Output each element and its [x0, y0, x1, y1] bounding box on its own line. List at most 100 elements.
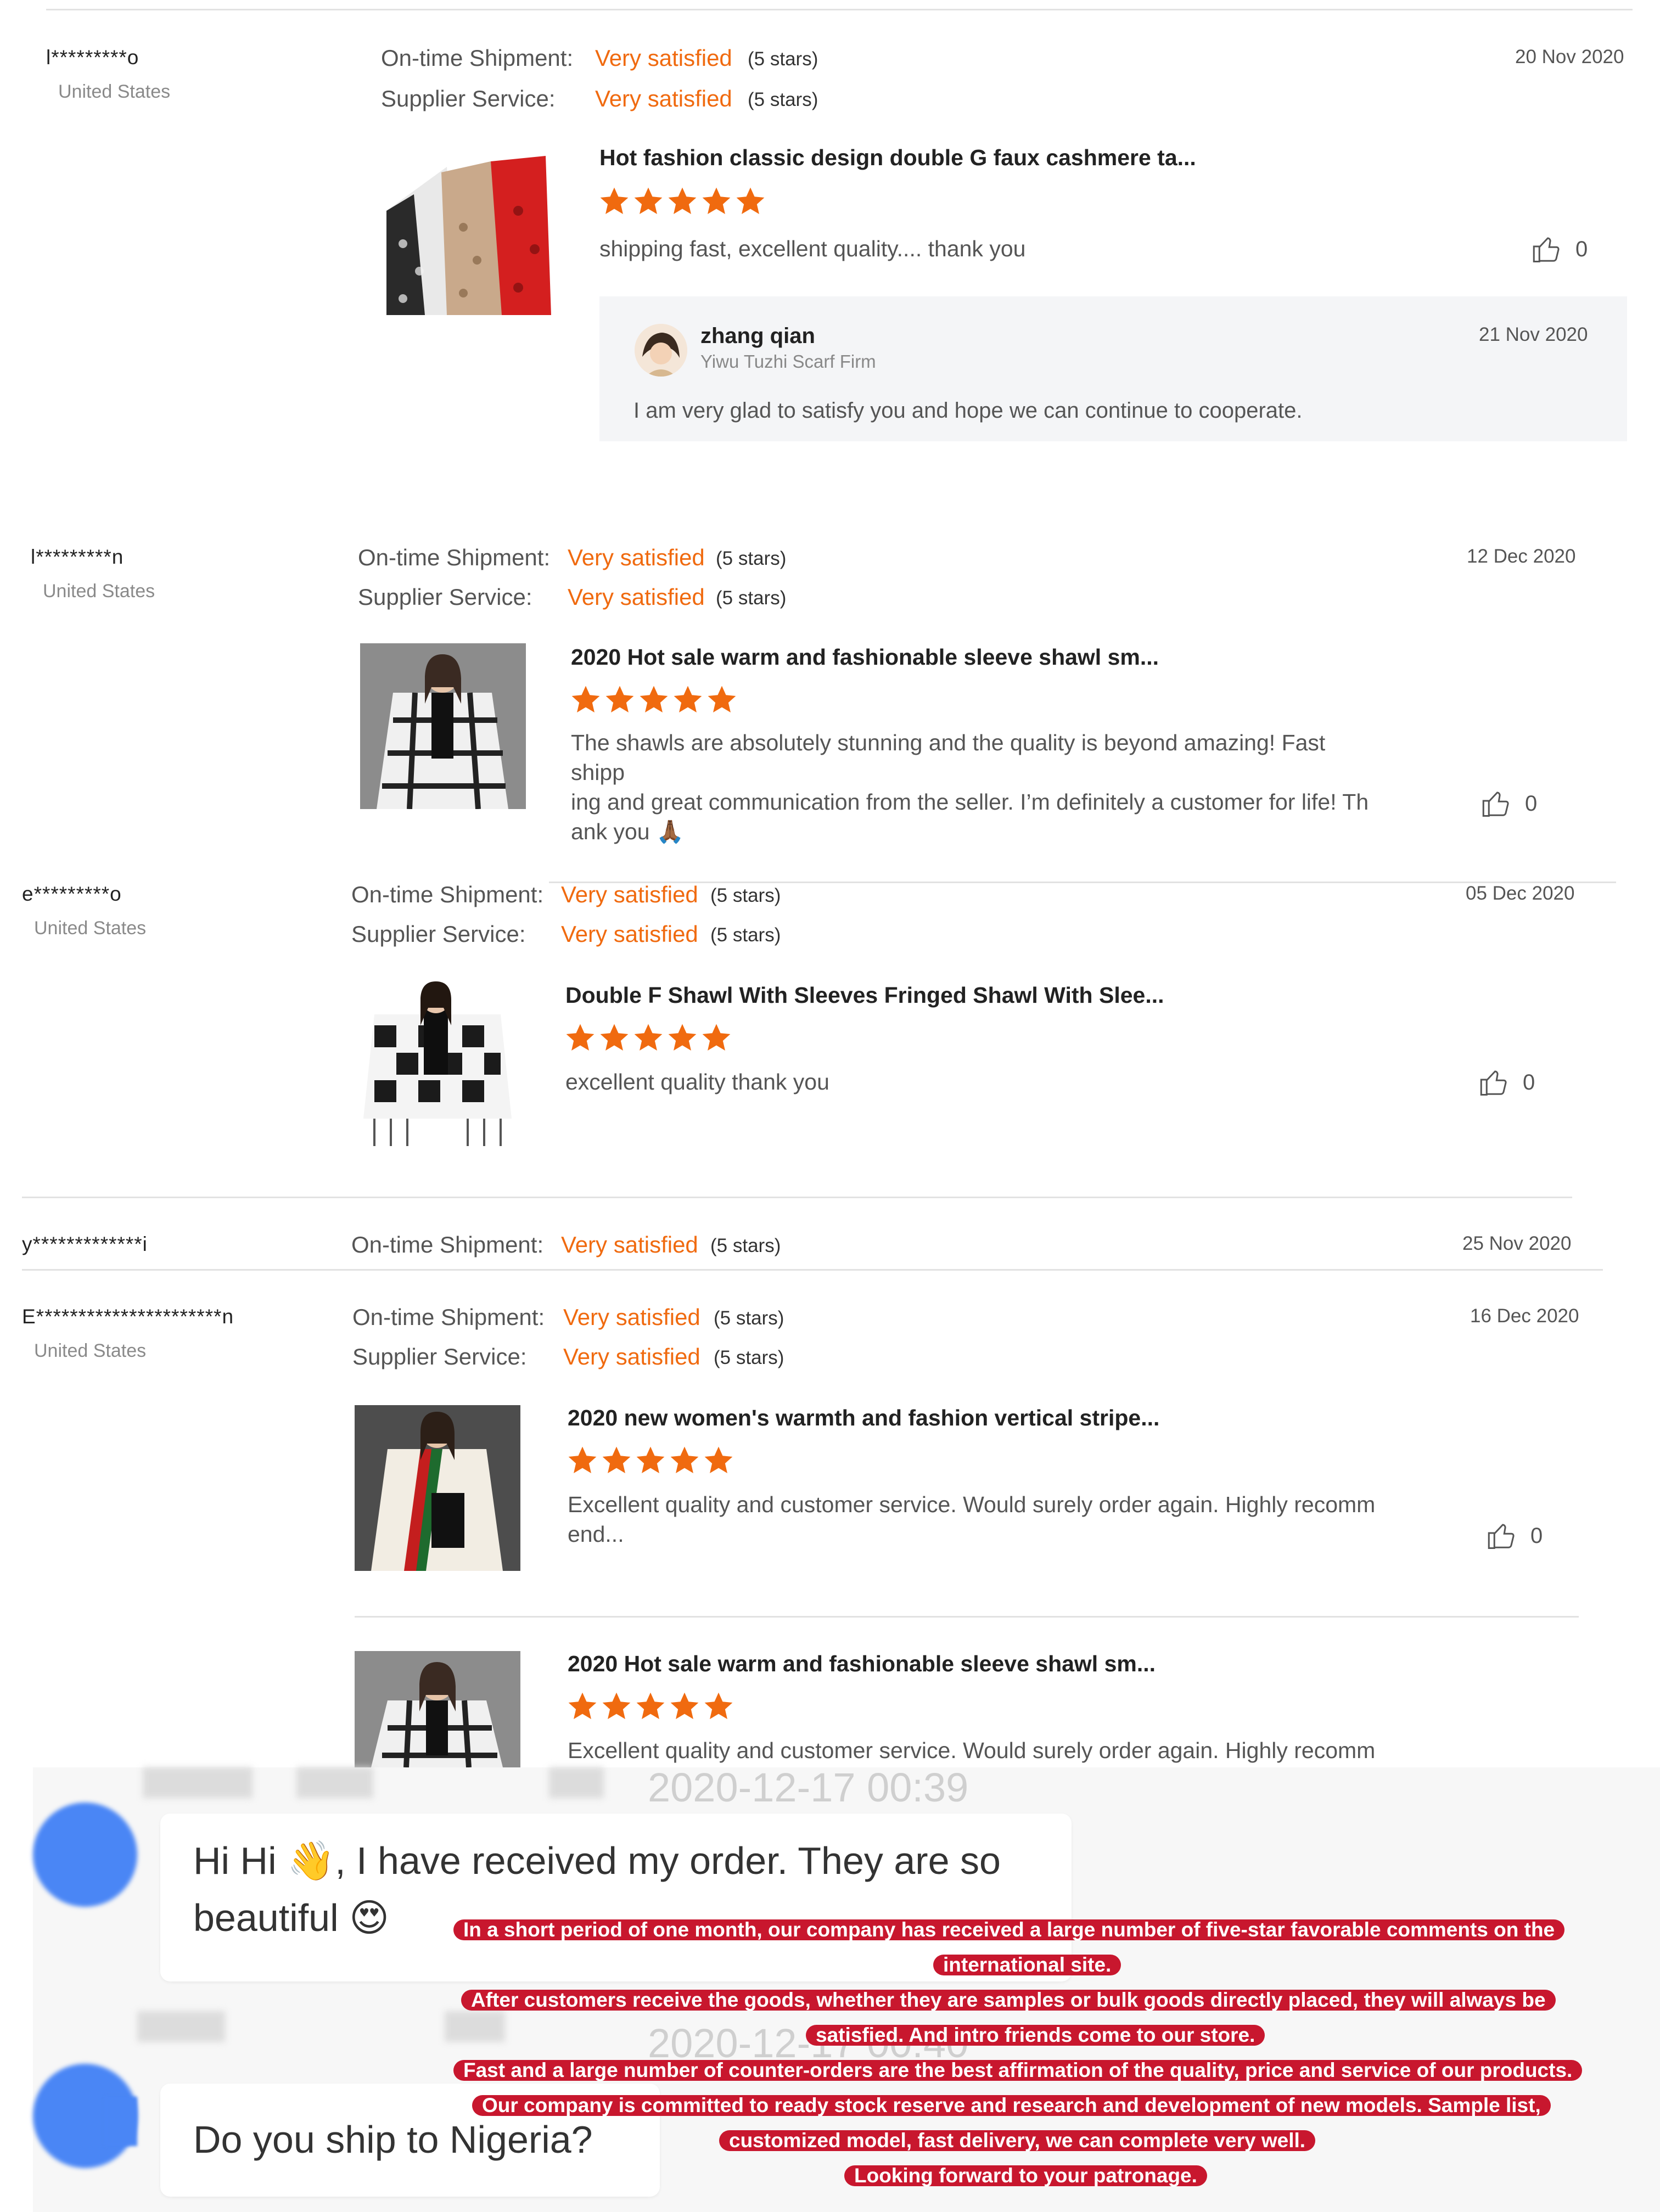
ontime-stars: (5 stars)	[714, 1307, 784, 1329]
like-button[interactable]: 0	[1530, 233, 1588, 266]
star-icon	[602, 1446, 631, 1473]
star-rating	[598, 186, 766, 217]
reviewer-name: l*********n	[31, 546, 124, 568]
ontime-stars: (5 stars)	[716, 548, 787, 569]
review-comment: excellent quality thank you	[565, 1069, 829, 1094]
service-value: Very satisfied	[561, 921, 698, 947]
reviewer-country: United States	[43, 581, 155, 602]
banner-line: Our company is committed to ready stock …	[472, 2095, 1551, 2116]
ontime-stars: (5 stars)	[710, 1235, 781, 1256]
star-rating	[567, 1691, 734, 1722]
chat-timestamp: 2020-12-17 00:39	[648, 1765, 969, 1810]
review-date: 25 Nov 2020	[1462, 1233, 1572, 1254]
star-icon	[640, 686, 668, 712]
ontime-label: On-time Shipment:	[381, 45, 574, 71]
banner-line: satisfied. And intro friends come to our…	[806, 2025, 1265, 2046]
review-comment: shipping fast, excellent quality.... tha…	[599, 236, 1026, 261]
like-count: 0	[1525, 791, 1538, 816]
like-count: 0	[1530, 1523, 1543, 1548]
like-button[interactable]: 0	[1478, 1066, 1535, 1099]
ontime-stars: (5 stars)	[710, 885, 781, 906]
service-label: Supplier Service:	[351, 921, 526, 947]
thumbs-up-icon	[1488, 1524, 1515, 1549]
product-title[interactable]: Double F Shawl With Sleeves Fringed Shaw…	[565, 983, 1164, 1008]
star-icon	[568, 1446, 597, 1473]
blurred-header	[445, 2011, 505, 2042]
ontime-value: Very satisfied	[563, 1304, 700, 1330]
ontime-label: On-time Shipment:	[351, 882, 544, 907]
reply-date: 21 Nov 2020	[1479, 324, 1588, 345]
star-icon	[702, 1024, 731, 1051]
like-button[interactable]: 0	[1480, 787, 1537, 820]
review-comment: Excellent quality and customer service. …	[568, 1738, 1376, 1763]
service-stars: (5 stars)	[716, 587, 787, 609]
reviewer-name: e*********o	[22, 883, 122, 905]
ontime-value: Very satisfied	[561, 1232, 698, 1257]
star-icon	[602, 1692, 631, 1719]
ontime-value: Very satisfied	[595, 45, 732, 71]
ontime-stars: (5 stars)	[748, 48, 818, 70]
like-button[interactable]: 0	[1485, 1519, 1543, 1552]
blurred-header	[549, 1767, 604, 1798]
service-stars: (5 stars)	[714, 1347, 784, 1368]
star-icon	[708, 686, 736, 712]
comment-line: ank you 🙏🏾	[571, 819, 685, 844]
product-thumbnail[interactable]	[355, 1651, 520, 1767]
star-rating	[564, 1022, 732, 1054]
review-comment: Excellent quality and customer service. …	[568, 1490, 1380, 1549]
product-title[interactable]: 2020 new women's warmth and fashion vert…	[568, 1405, 1159, 1431]
banner-line: international site.	[933, 1955, 1121, 1975]
star-icon	[674, 686, 702, 712]
service-label: Supplier Service:	[358, 584, 532, 610]
review-date: 05 Dec 2020	[1466, 883, 1575, 904]
service-stars: (5 stars)	[748, 89, 818, 110]
star-rating	[570, 684, 738, 716]
ontime-label: On-time Shipment:	[351, 1232, 544, 1257]
product-title[interactable]: Hot fashion classic design double G faux…	[599, 145, 1196, 171]
chat-message-line: Hi Hi 👋, I have received my order. They …	[193, 1839, 1001, 1882]
star-icon	[636, 1692, 665, 1719]
reviewer-name: y*************i	[22, 1233, 148, 1255]
banner-line: After customers receive the goods, wheth…	[461, 1990, 1556, 2011]
service-stars: (5 stars)	[710, 924, 781, 946]
product-thumbnail[interactable]	[381, 145, 551, 315]
star-icon	[600, 1024, 629, 1051]
reviewer-name: E**********************n	[22, 1305, 234, 1328]
seller-reply: zhang qian Yiwu Tuzhi Scarf Firm 21 Nov …	[599, 296, 1627, 441]
ontime-label: On-time Shipment:	[352, 1304, 545, 1330]
banner-line: customized model, fast delivery, we can …	[719, 2130, 1316, 2151]
comment-line: The shawls are absolutely stunning and t…	[571, 730, 1326, 785]
star-rating	[567, 1445, 734, 1476]
star-icon	[668, 187, 697, 214]
blurred-header	[137, 2011, 225, 2042]
star-icon	[568, 1692, 597, 1719]
ontime-value: Very satisfied	[568, 544, 705, 570]
reply-author-name: zhang qian	[700, 324, 815, 348]
like-count: 0	[1575, 237, 1588, 261]
reviewer-name: l*********o	[46, 46, 139, 69]
reviewer-country: United States	[34, 918, 147, 939]
product-thumbnail[interactable]	[355, 1405, 520, 1571]
product-thumbnail[interactable]	[352, 981, 519, 1148]
divider	[355, 1616, 1579, 1618]
reviewer-country: United States	[34, 1340, 147, 1361]
product-title[interactable]: 2020 Hot sale warm and fashionable sleev…	[571, 644, 1159, 670]
star-icon	[605, 686, 634, 712]
review-comment: The shawls are absolutely stunning and t…	[571, 728, 1383, 846]
product-thumbnail[interactable]	[360, 643, 526, 809]
star-icon	[704, 1692, 733, 1719]
star-icon	[668, 1024, 697, 1051]
star-icon	[634, 187, 663, 214]
reviewer-country: United States	[58, 81, 171, 102]
star-icon	[702, 187, 731, 214]
review-date: 20 Nov 2020	[1515, 46, 1624, 68]
blurred-header	[143, 1767, 253, 1798]
service-label: Supplier Service:	[381, 86, 556, 111]
divider	[46, 9, 1633, 10]
product-title[interactable]: 2020 Hot sale warm and fashionable sleev…	[568, 1651, 1156, 1677]
comment-line: Excellent quality and customer service. …	[568, 1492, 1376, 1517]
chat-message-line: Do you ship to Nigeria?	[193, 2118, 593, 2161]
avatar	[635, 324, 687, 377]
service-label: Supplier Service:	[352, 1344, 527, 1369]
star-icon	[571, 686, 600, 712]
